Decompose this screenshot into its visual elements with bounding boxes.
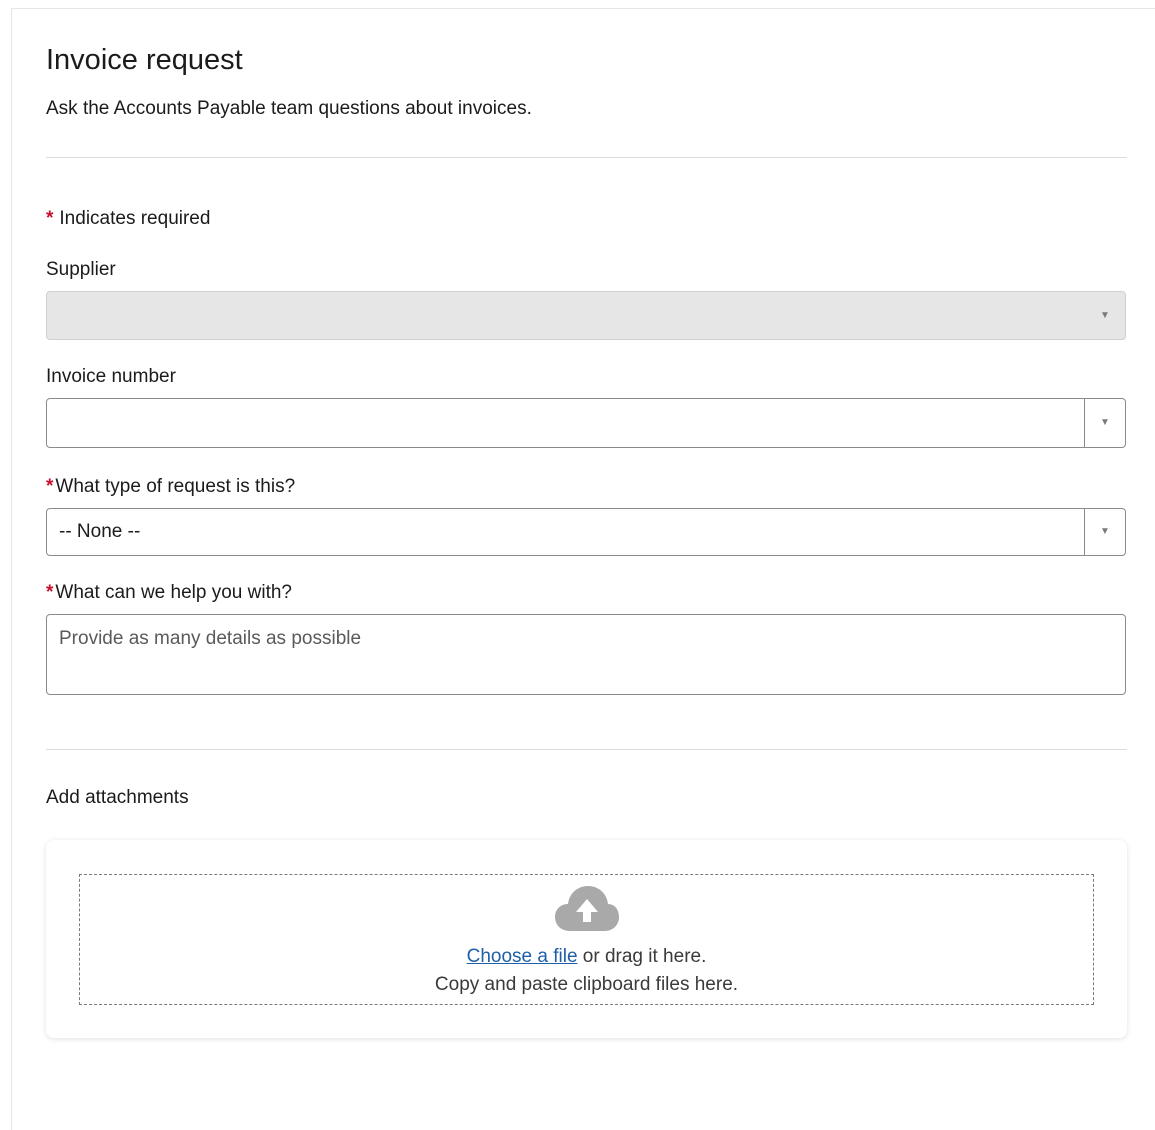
dropzone-instructions: Choose a file or drag it here. — [80, 945, 1093, 969]
required-asterisk: * — [46, 476, 54, 497]
supplier-label: Supplier — [46, 259, 116, 280]
drag-hint: or drag it here. — [582, 946, 707, 967]
request-type-label: * What type of request is this? — [46, 475, 295, 499]
supplier-select: ▼ — [46, 291, 1126, 340]
required-asterisk: * — [46, 582, 54, 603]
cloud-upload-icon[interactable] — [554, 885, 620, 933]
required-legend-text: Indicates required — [59, 208, 211, 229]
required-legend: * Indicates required — [46, 207, 210, 231]
invoice-number-select[interactable]: ▼ — [46, 398, 1126, 448]
attachments-divider — [46, 749, 1127, 750]
header-divider — [46, 157, 1127, 158]
request-type-label-text: What type of request is this? — [55, 476, 296, 497]
file-dropzone[interactable]: Choose a file or drag it here. Copy and … — [79, 874, 1094, 1005]
choose-file-link[interactable]: Choose a file — [467, 946, 578, 967]
help-textarea[interactable] — [46, 614, 1126, 695]
chevron-down-icon: ▼ — [1100, 417, 1110, 428]
required-asterisk: * — [46, 208, 54, 229]
request-type-value: -- None -- — [59, 521, 141, 542]
help-label-text: What can we help you with? — [55, 582, 292, 603]
invoice-number-label: Invoice number — [46, 366, 176, 387]
chevron-down-icon: ▼ — [1100, 526, 1110, 537]
attachments-card: Choose a file or drag it here. Copy and … — [46, 840, 1127, 1038]
page-title: Invoice request — [46, 44, 243, 76]
chevron-down-icon: ▼ — [1100, 309, 1110, 321]
request-type-select[interactable]: -- None -- ▼ — [46, 508, 1126, 556]
paste-hint: Copy and paste clipboard files here. — [434, 974, 739, 995]
request-type-dropdown-toggle[interactable]: ▼ — [1084, 509, 1125, 555]
invoice-number-dropdown-toggle[interactable]: ▼ — [1084, 399, 1125, 447]
supplier-dropdown-toggle: ▼ — [1085, 292, 1125, 339]
attachments-label: Add attachments — [46, 787, 189, 808]
help-label: * What can we help you with? — [46, 581, 292, 605]
page-subtitle: Ask the Accounts Payable team questions … — [46, 98, 532, 119]
